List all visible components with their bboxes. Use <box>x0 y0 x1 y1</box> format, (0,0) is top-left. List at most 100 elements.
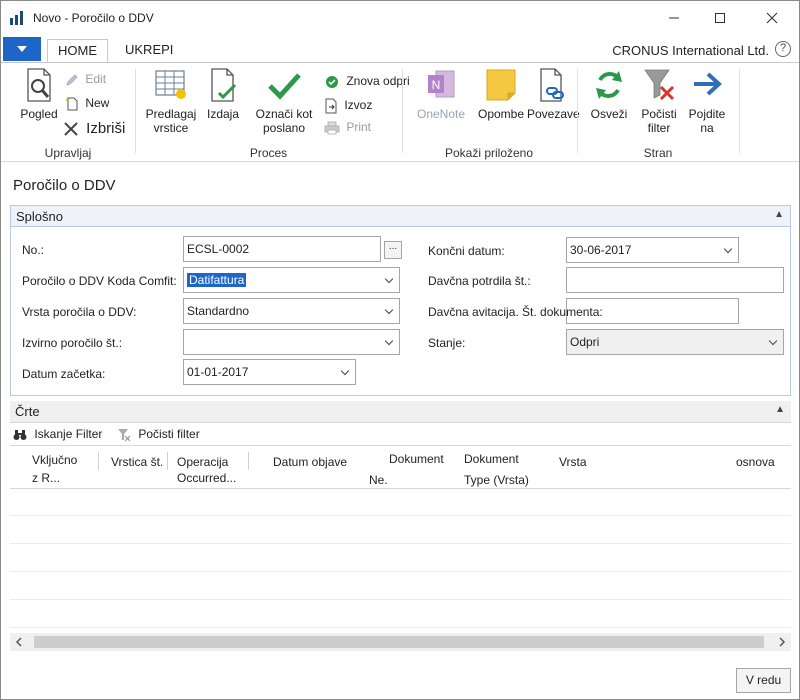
povezave-button[interactable]: Povezave <box>527 67 580 121</box>
predlagaj-label: Predlagaj vrstice <box>145 107 197 135</box>
column-header[interactable]: osnova <box>736 454 775 470</box>
clear-filter-icon <box>118 428 131 442</box>
app-logo-icon <box>10 11 23 25</box>
izvoz-label: Izvoz <box>344 98 373 112</box>
column-header[interactable]: Datum objave <box>273 454 347 470</box>
table-row[interactable] <box>10 600 791 628</box>
izvirno-porocilo-select[interactable] <box>183 329 400 355</box>
column-header[interactable]: Vključno z R... <box>32 452 77 486</box>
column-header-line2: z R... <box>32 471 61 485</box>
pencil-icon <box>66 74 78 86</box>
column-separator[interactable] <box>167 452 168 470</box>
new-button[interactable]: New <box>65 93 109 113</box>
vrsta-porocila-select[interactable]: Standardno <box>183 298 400 324</box>
table-row[interactable] <box>10 572 791 600</box>
stanje-select[interactable]: Odpri <box>566 329 784 355</box>
osvezi-button[interactable]: Osveži <box>586 67 632 121</box>
column-header[interactable]: Vrsta <box>559 454 587 470</box>
lines-grid: Vključno z R... Vrstica št. Operacija Oc… <box>10 445 791 633</box>
oznaci-kot-poslano-button[interactable]: Označi kot poslano <box>246 67 322 135</box>
no-lookup-button[interactable]: ... <box>384 241 402 259</box>
group-label-prilozeno: Pokaži priloženo <box>444 146 534 160</box>
clear-filter-label: Počisti filter <box>138 427 200 441</box>
window-title: Novo - Poročilo o DDV <box>33 11 154 25</box>
izvoz-button[interactable]: Izvoz <box>324 95 372 115</box>
title-bar: Novo - Poročilo o DDV <box>1 1 799 35</box>
column-header[interactable]: Vrstica št. <box>111 454 163 470</box>
column-header-line1: Dokument <box>389 452 444 466</box>
fasttab-splosno-label: Splošno <box>16 209 63 224</box>
minimize-icon <box>669 17 679 19</box>
help-icon[interactable]: ? <box>775 41 791 57</box>
column-header-line1: Dokument <box>464 452 519 466</box>
table-row[interactable] <box>10 488 791 516</box>
opombe-button[interactable]: Opombe <box>477 67 525 121</box>
table-row[interactable] <box>10 544 791 572</box>
no-field[interactable]: ECSL-0002 <box>183 236 381 262</box>
pojdite-na-label: Pojdite na <box>688 107 726 135</box>
tab-home[interactable]: HOME <box>47 39 108 63</box>
pogled-button[interactable]: Pogled <box>15 67 63 121</box>
suggest-lines-icon <box>155 70 186 99</box>
group-label-proces: Proces <box>249 146 288 160</box>
printer-icon <box>324 121 340 135</box>
tab-ukrepi[interactable]: UKREPI <box>115 39 183 63</box>
minimize-button[interactable] <box>651 1 697 35</box>
view-icon <box>27 68 51 102</box>
column-separator[interactable] <box>98 452 99 470</box>
column-header-line2: Occurred... <box>177 471 237 485</box>
column-header[interactable]: Dokument Type (Vrsta) <box>464 451 529 488</box>
column-separator[interactable] <box>248 452 249 470</box>
collapse-icon[interactable]: ▲ <box>774 209 784 220</box>
koncni-datum-field[interactable]: 30-06-2017 <box>566 237 739 263</box>
izvirno-porocilo-label: Izvirno poročilo št.: <box>22 336 123 350</box>
pocisti-filter-button[interactable]: Počisti filter <box>636 67 682 135</box>
search-filter-button[interactable]: Iskanje Filter <box>13 427 102 441</box>
ribbon-group-proces: Predlagaj vrstice Izdaja Označi kot posl… <box>136 63 410 163</box>
davcna-potrdila-label: Davčna potrdila št.: <box>428 274 531 288</box>
izbrisi-button[interactable]: Izbriši <box>63 119 125 139</box>
column-header[interactable]: Operacija Occurred... <box>177 454 236 486</box>
scrollbar-thumb[interactable] <box>34 636 764 648</box>
ok-button[interactable]: V redu <box>736 668 791 693</box>
edit-button[interactable]: Edit <box>65 69 106 89</box>
new-label: New <box>85 96 110 110</box>
koda-comfit-select[interactable]: Datifattura <box>183 267 400 293</box>
pojdite-na-button[interactable]: Pojdite na <box>684 67 730 135</box>
clear-filter-button[interactable]: Počisti filter <box>117 427 200 442</box>
fasttab-splosno[interactable]: Splošno ▲ <box>10 205 791 227</box>
column-header[interactable]: Dokument Ne. <box>369 451 444 488</box>
scroll-left-icon[interactable] <box>13 636 25 648</box>
stanje-label: Stanje: <box>428 336 466 350</box>
davcna-avitacija-label: Davčna avitacija. Št. dokumenta: <box>428 305 603 319</box>
onenote-button[interactable]: N OneNote <box>411 67 471 121</box>
application-menu-button[interactable] <box>3 37 41 61</box>
maximize-icon <box>715 13 725 23</box>
davcna-potrdila-field[interactable] <box>566 267 784 293</box>
new-document-icon <box>66 97 78 111</box>
close-button[interactable] <box>749 1 795 35</box>
maximize-button[interactable] <box>697 1 743 35</box>
column-header-line1: Vrstica št. <box>111 455 164 469</box>
fasttab-crte[interactable]: Črte ▲ <box>10 401 791 423</box>
company-name[interactable]: CRONUS International Ltd. <box>612 43 769 58</box>
predlagaj-vrstice-button[interactable]: Predlagaj vrstice <box>140 67 202 135</box>
column-header-line1: Vrsta <box>559 455 587 469</box>
koda-comfit-value: Datifattura <box>187 273 247 287</box>
datum-zacetka-field[interactable]: 01-01-2017 <box>183 359 356 385</box>
scroll-right-icon[interactable] <box>776 636 788 648</box>
edit-label: Edit <box>85 72 107 86</box>
arrow-right-icon <box>694 72 722 96</box>
izdaja-button[interactable]: Izdaja <box>204 67 242 121</box>
table-row[interactable] <box>10 516 791 544</box>
reopen-icon <box>326 75 338 88</box>
pogled-label: Pogled <box>20 107 58 121</box>
znova-odpri-button[interactable]: Znova odpri <box>324 71 410 91</box>
horizontal-scrollbar[interactable] <box>10 633 791 651</box>
izbrisi-label: Izbriši <box>86 120 126 137</box>
ribbon-tab-row: HOME UKREPI CRONUS International Ltd. ? <box>1 37 799 63</box>
ribbon: Pogled Edit New Izbriši Upravljaj Predla… <box>1 62 799 162</box>
column-header-line1: Datum objave <box>273 455 348 469</box>
print-button[interactable]: Print <box>324 117 371 137</box>
collapse-icon[interactable]: ▲ <box>775 404 785 415</box>
